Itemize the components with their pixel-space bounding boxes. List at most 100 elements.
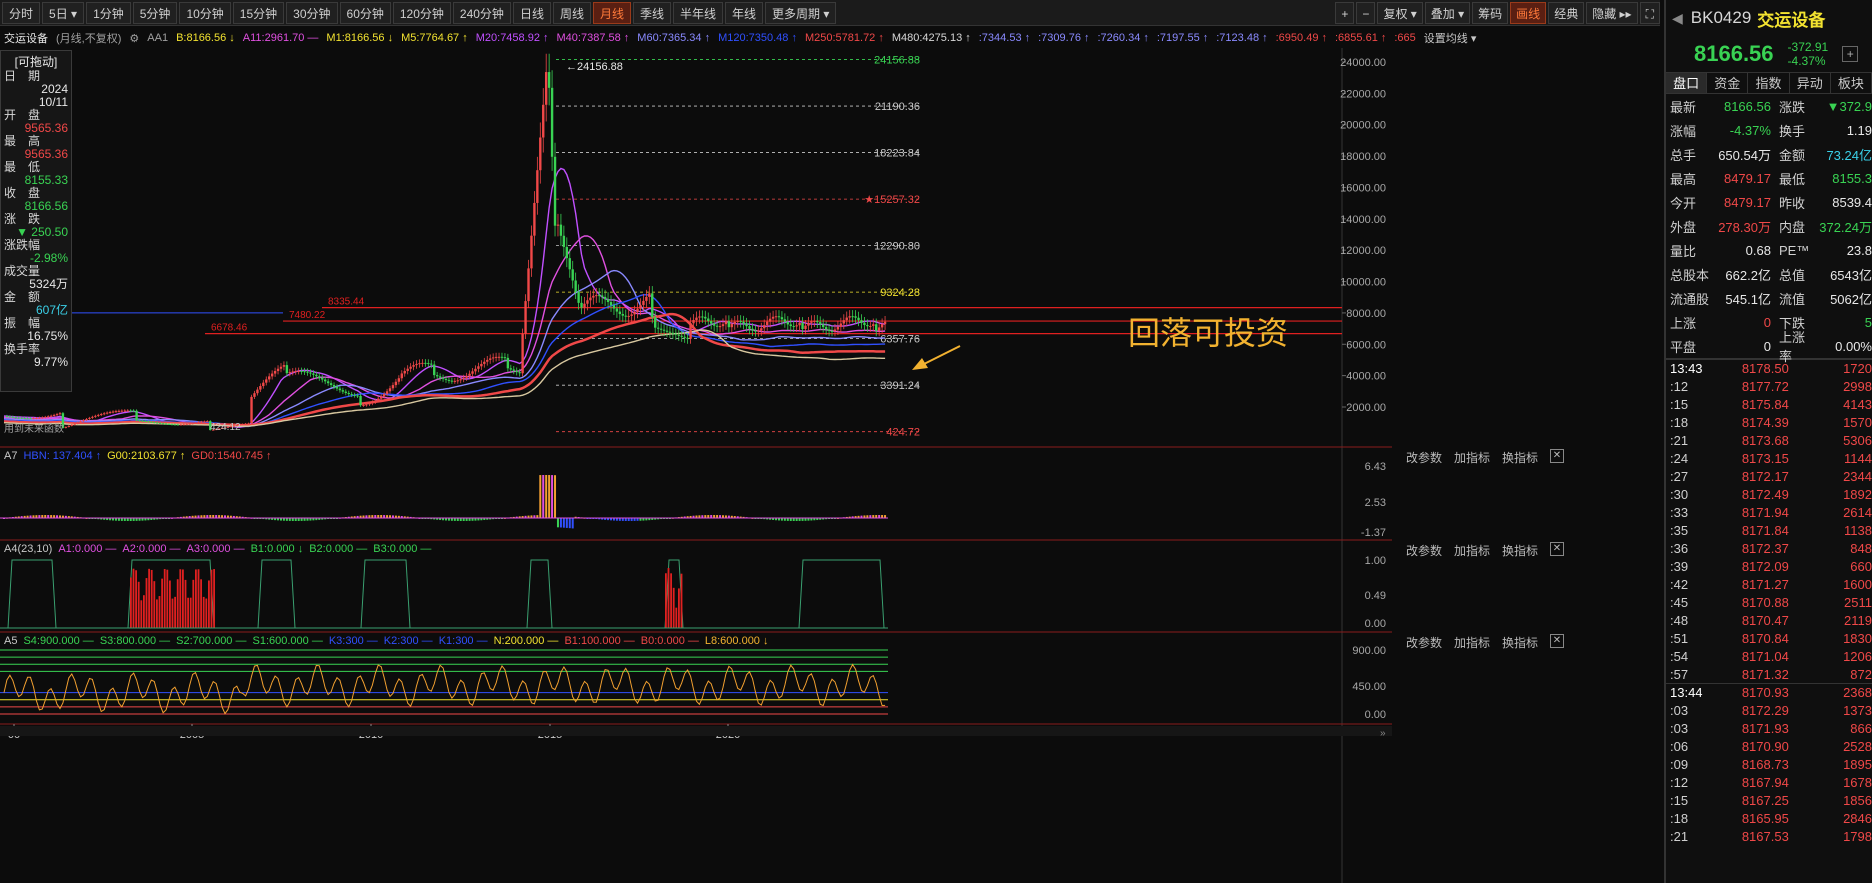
quote-label: 换手 <box>1778 123 1805 139</box>
toolbar-button[interactable]: 筹码 <box>1472 2 1509 24</box>
panel-control-button[interactable]: 改参数 <box>1406 542 1442 559</box>
candle-body <box>41 417 44 419</box>
period-button[interactable]: 分时 <box>2 1 41 24</box>
scroll-right-icon[interactable]: » <box>1380 728 1386 739</box>
close-icon[interactable]: ✕ <box>1550 449 1564 463</box>
close-icon[interactable]: ✕ <box>1550 542 1564 556</box>
period-button[interactable]: 10分钟 <box>179 1 231 24</box>
quote-label: 上涨率 <box>1778 330 1805 364</box>
toolbar-button[interactable]: − <box>1356 2 1376 24</box>
tick-price: 8171.84 <box>1741 522 1789 538</box>
panel-header-item: A7 <box>4 450 18 462</box>
candle-body <box>55 414 59 416</box>
tick-volume: 2614 <box>1843 504 1872 520</box>
period-button[interactable]: 更多周期 ▾ <box>765 1 837 24</box>
panel-control-button[interactable]: 换指标 <box>1502 449 1538 466</box>
low-label: 424.12 <box>210 422 241 433</box>
candle-body <box>633 311 636 315</box>
candle-body <box>586 300 589 304</box>
panel-control-button[interactable]: 换指标 <box>1502 634 1538 651</box>
time-scrollbar[interactable] <box>0 726 1392 736</box>
candle-body <box>536 170 539 203</box>
candle-body <box>76 422 79 424</box>
period-button[interactable]: 半年线 <box>673 1 724 24</box>
candle-body <box>877 327 881 331</box>
quote-tab[interactable]: 资金 <box>1707 73 1749 93</box>
candle-body <box>123 410 127 412</box>
period-button[interactable]: 15分钟 <box>232 1 285 24</box>
panel-control-button[interactable]: 改参数 <box>1406 634 1442 651</box>
period-button[interactable]: 1分钟 <box>86 1 131 24</box>
panel-control-button[interactable]: 加指标 <box>1454 449 1490 466</box>
tick-time: :09 <box>1670 756 1689 772</box>
candle-body <box>521 333 524 374</box>
candle-body <box>789 324 792 327</box>
period-button[interactable]: 240分钟 <box>452 1 511 24</box>
a4-red-bar <box>143 595 145 628</box>
a4-red-bar <box>179 569 182 628</box>
period-button[interactable]: 60分钟 <box>339 1 391 24</box>
toolbar-button[interactable]: 复权 ▾ <box>1377 2 1423 24</box>
back-arrow-icon[interactable]: ◀ <box>1672 10 1683 27</box>
change-pct: -4.37% <box>1787 54 1826 68</box>
period-button[interactable]: 周线 <box>552 1 591 24</box>
level-label: 6357.76 <box>880 334 920 346</box>
tick-price: 8170.90 <box>1741 738 1789 754</box>
add-icon[interactable]: + <box>1842 46 1859 62</box>
candle-body <box>571 269 574 281</box>
period-button[interactable]: 30分钟 <box>286 1 338 24</box>
quote-row: 涨幅 -4.37% 换手 1.19 <box>1666 118 1872 142</box>
quote-tab[interactable]: 盘口 <box>1666 73 1708 93</box>
a7-bar <box>548 475 551 518</box>
quote-value: 8479.17 <box>1723 194 1771 210</box>
quote-tab[interactable]: 异动 <box>1790 73 1831 93</box>
period-button[interactable]: 年线 <box>725 1 764 24</box>
panel-header-item: B1:0.000 ↓ <box>250 543 304 555</box>
candle-body <box>391 385 395 389</box>
candle-body <box>406 368 409 371</box>
a7-bar <box>551 475 554 518</box>
panel-control-button[interactable]: 换指标 <box>1502 542 1538 559</box>
a4-red-bar <box>145 578 148 628</box>
tick-volume: 2846 <box>1843 810 1872 826</box>
panel-control-button[interactable]: 改参数 <box>1406 449 1442 466</box>
candle-body <box>108 412 112 414</box>
tick-row: :39 8172.09 660 <box>1666 557 1872 575</box>
candle-body <box>135 410 138 421</box>
toolbar-button[interactable]: + <box>1335 2 1355 24</box>
tick-time: :51 <box>1670 630 1689 646</box>
panel-control-button[interactable]: 加指标 <box>1454 634 1490 651</box>
close-icon[interactable]: ✕ <box>1550 634 1564 648</box>
period-button[interactable]: 季线 <box>632 1 671 24</box>
toolbar-button[interactable]: 画线 <box>1510 2 1547 24</box>
panel-control-button[interactable]: 加指标 <box>1454 542 1490 559</box>
a4-red-bar <box>210 569 213 628</box>
toolbar-button[interactable]: 叠加 ▾ <box>1424 2 1471 24</box>
period-button[interactable]: 120分钟 <box>392 1 451 24</box>
candle-body <box>294 371 297 373</box>
toolbar-button[interactable]: ⛶ <box>1639 2 1660 24</box>
toolbar-button[interactable]: 隐藏 ▸▸ <box>1586 2 1638 24</box>
panel-header-item: S1:600.000 — <box>252 635 323 647</box>
period-button[interactable]: 日线 <box>512 1 551 24</box>
data-window[interactable]: [可拖动] 日 期 2024 10/11 开 盘 9565.36 最 高 9565.36 最 … <box>0 50 72 392</box>
tick-volume: 2344 <box>1843 468 1872 484</box>
period-button[interactable]: 5分钟 <box>132 1 178 24</box>
gear-icon[interactable]: ⚙ <box>129 32 139 45</box>
candle-body <box>194 422 197 424</box>
candle-body <box>403 370 406 374</box>
quote-tab[interactable]: 指数 <box>1748 73 1790 93</box>
period-button[interactable]: 月线 <box>592 1 631 24</box>
candle-body <box>153 422 156 424</box>
candle-body <box>821 324 825 328</box>
quote-title: ◀ BK0429 交运设备 <box>1666 0 1872 36</box>
quote-tab[interactable]: 板块 <box>1831 73 1872 93</box>
tick-row: :12 8167.94 1678 <box>1666 773 1872 791</box>
toolbar-button[interactable]: 经典 <box>1548 2 1585 24</box>
panel-y-tick-label: 1.00 <box>1365 555 1386 567</box>
candle-body <box>500 356 504 358</box>
candle-body <box>309 372 312 374</box>
period-button[interactable]: 5日 ▾ <box>42 1 85 24</box>
candle-body <box>379 396 383 399</box>
quote-value: 1.19 <box>1846 122 1872 138</box>
